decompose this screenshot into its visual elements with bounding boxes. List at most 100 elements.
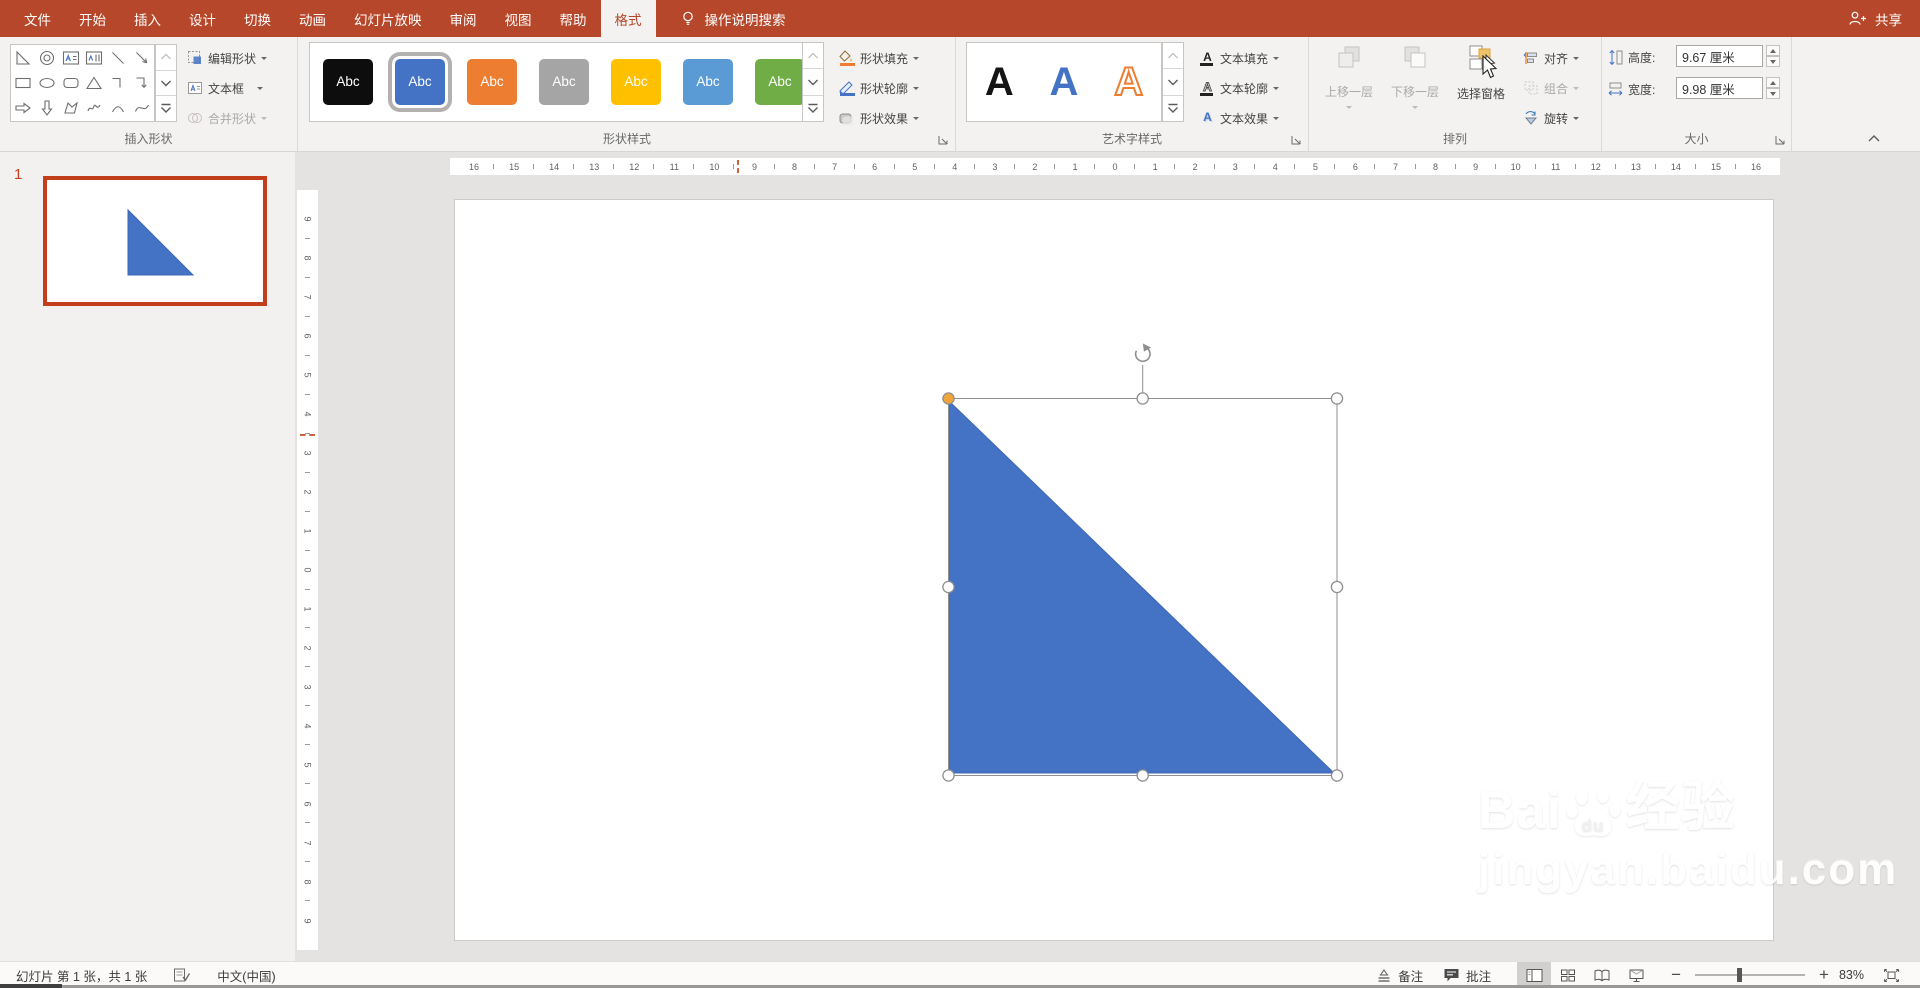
style-more-button[interactable]: [803, 96, 823, 121]
width-spin-up-button[interactable]: [1766, 77, 1780, 88]
rounded-rectangle-shape-icon[interactable]: [61, 73, 81, 93]
gallery-scroll-down-button[interactable]: [156, 71, 176, 97]
tab-format[interactable]: 格式: [600, 0, 656, 37]
wordart-scroll-down-button[interactable]: [1163, 69, 1183, 96]
text-effects-button[interactable]: A 文本效果: [1196, 106, 1283, 130]
share-button[interactable]: 共享: [1848, 0, 1902, 37]
tab-review[interactable]: 审阅: [436, 0, 491, 37]
language-indicator[interactable]: 中文(中国): [217, 966, 275, 985]
shape-fill-button[interactable]: 形状填充: [834, 46, 923, 70]
shape-styles-group-label: 形状样式: [602, 132, 651, 146]
zoom-slider[interactable]: [1695, 968, 1806, 982]
height-spin-down-button[interactable]: [1766, 56, 1780, 67]
zoom-out-button[interactable]: −: [1667, 965, 1685, 985]
dropdown-caret: [1273, 117, 1280, 123]
shape-style-swatch-green[interactable]: Abc: [755, 59, 805, 105]
text-fill-button[interactable]: A 文本填充: [1196, 46, 1283, 70]
zoom-in-button[interactable]: +: [1815, 965, 1833, 985]
width-input[interactable]: [1676, 77, 1763, 99]
shape-outline-icon: [838, 80, 855, 97]
tab-transitions[interactable]: 切换: [230, 0, 285, 37]
h-ruler-tick: 4: [935, 158, 975, 175]
wordart-sample-blue[interactable]: A: [1033, 45, 1095, 119]
gallery-scroll-up-button[interactable]: [156, 45, 176, 71]
thumbnail-triangle-shape: [127, 208, 195, 276]
tab-insert[interactable]: 插入: [120, 0, 175, 37]
h-ruler-tick: 14: [534, 158, 575, 175]
style-scroll-up-button[interactable]: [803, 43, 823, 70]
elbow-arrow-connector-icon[interactable]: [132, 73, 152, 93]
shape-style-swatch-gray[interactable]: Abc: [539, 59, 589, 105]
tab-home[interactable]: 开始: [65, 0, 120, 37]
text-outline-button[interactable]: A 文本轮廓: [1196, 76, 1283, 100]
style-scroll-down-button[interactable]: [803, 69, 823, 96]
elbow-connector-icon[interactable]: [108, 73, 128, 93]
tab-animations[interactable]: 动画: [285, 0, 340, 37]
freeform-shape-icon[interactable]: [61, 98, 81, 118]
zoom-slider-thumb[interactable]: [1736, 968, 1742, 982]
h-ruler-tick: 7: [815, 158, 855, 175]
edit-shape-button[interactable]: 编辑形状: [183, 46, 271, 70]
shape-outline-button[interactable]: 形状轮廓: [834, 76, 923, 100]
height-spin-up-button[interactable]: [1766, 45, 1780, 56]
shape-style-swatch-black[interactable]: Abc: [323, 59, 373, 105]
scribble-shape-icon[interactable]: [84, 98, 104, 118]
shape-style-swatch-orange[interactable]: Abc: [467, 59, 517, 105]
isosceles-triangle-shape-icon[interactable]: [84, 73, 104, 93]
tab-slideshow[interactable]: 幻灯片放映: [340, 0, 436, 37]
shape-style-swatch-gold[interactable]: Abc: [611, 59, 661, 105]
wordart-sample-orange-outline[interactable]: A: [1098, 45, 1160, 119]
tab-file[interactable]: 文件: [10, 0, 65, 37]
arc-shape-icon[interactable]: [108, 98, 128, 118]
shape-style-swatch-lightblue[interactable]: Abc: [683, 59, 733, 105]
collapse-ribbon-button[interactable]: [1862, 129, 1886, 147]
curve-shape-icon[interactable]: [132, 98, 152, 118]
slide-1-thumbnail[interactable]: [43, 176, 267, 306]
edit-shape-icon: [188, 51, 201, 64]
h-ruler-tick: 5: [1295, 158, 1336, 175]
text-box-button[interactable]: 文本框: [183, 76, 267, 100]
tab-view[interactable]: 视图: [491, 0, 546, 37]
tab-help[interactable]: 帮助: [546, 0, 601, 37]
width-spin-down-button[interactable]: [1766, 88, 1780, 99]
line-arrow-shape-icon[interactable]: [132, 48, 152, 68]
wordart-more-button[interactable]: [1163, 96, 1183, 121]
slide-number: 1: [14, 166, 23, 183]
shape-style-swatch-blue-selected[interactable]: Abc: [388, 52, 452, 112]
spell-check-icon[interactable]: [173, 967, 191, 983]
wordart-scroll: [1162, 42, 1184, 122]
right-triangle-shape-icon[interactable]: [13, 48, 33, 68]
h-ruler-tick: 16: [454, 158, 495, 175]
dropdown-caret: [1573, 87, 1580, 93]
workspace: 1 9876543210123456789 16 15 14 13 12 11 10 9 8 7 6…: [0, 152, 1920, 961]
right-arrow-shape-icon[interactable]: [13, 98, 33, 118]
height-input[interactable]: [1676, 45, 1763, 67]
donut-shape-icon[interactable]: [37, 48, 57, 68]
h-ruler-tick: 10: [1496, 158, 1536, 175]
watermark-url: jingyan.baidu.com: [1478, 845, 1899, 894]
horizontal-ruler-guide-mark: [737, 160, 739, 173]
align-button[interactable]: 对齐: [1519, 46, 1583, 70]
h-ruler-tick: 6: [855, 158, 895, 175]
h-ruler-tick: 13: [574, 158, 615, 175]
oval-shape-icon[interactable]: [37, 73, 57, 93]
wordart-sample-black[interactable]: A: [968, 45, 1030, 119]
line-shape-icon[interactable]: [108, 48, 128, 68]
vertical-text-box-icon[interactable]: [84, 48, 104, 68]
text-effects-label: 文本效果: [1220, 111, 1269, 126]
wordart-scroll-up-button[interactable]: [1163, 43, 1183, 70]
down-arrow-shape-icon[interactable]: [37, 98, 57, 118]
tab-design[interactable]: 设计: [175, 0, 230, 37]
zoom-level[interactable]: 83%: [1839, 968, 1864, 982]
shape-effects-button[interactable]: 形状效果: [834, 106, 923, 130]
baidu-watermark: Bai du 经验 jingyan.baidu.com: [1478, 762, 1898, 895]
gallery-more-button[interactable]: [156, 96, 176, 121]
tell-me-search[interactable]: 操作说明搜索: [680, 0, 786, 37]
h-ruler-tick: 6: [1335, 158, 1376, 175]
comment-icon: [1444, 969, 1459, 982]
shape-fill-icon: [838, 49, 855, 67]
rotate-button[interactable]: 旋转: [1519, 106, 1583, 130]
rectangle-shape-icon[interactable]: [13, 73, 33, 93]
shape-outline-label: 形状轮廓: [860, 81, 909, 96]
horizontal-text-box-icon[interactable]: [61, 48, 81, 68]
